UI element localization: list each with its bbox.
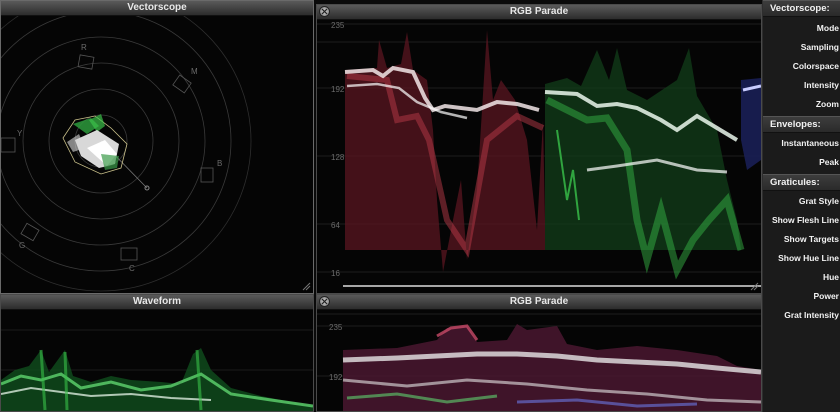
target-label-b: B [217, 159, 222, 168]
resize-grip-icon[interactable] [749, 281, 759, 291]
parade-top-tick-64: 64 [331, 221, 340, 230]
option-peak[interactable]: Peak [819, 157, 839, 167]
vectorscope-graticule [1, 16, 252, 292]
waveform-gridlines [1, 329, 313, 371]
rgb-parade-top-panel: RGB Parade 235 192 128 64 16 [316, 4, 762, 294]
rgb-parade-bottom-display[interactable]: 235 192 [317, 310, 761, 411]
waveform-titlebar[interactable]: Waveform [1, 295, 313, 310]
option-colorspace[interactable]: Colorspace [793, 61, 839, 71]
vectorscope-title: Vectorscope [127, 2, 187, 13]
close-icon[interactable] [319, 296, 330, 307]
vectorscope-titlebar[interactable]: Vectorscope [1, 1, 313, 16]
rgb-parade-top-title: RGB Parade [509, 6, 569, 17]
option-hue[interactable]: Hue [823, 272, 839, 282]
vectorscope-display[interactable]: R M B C G Y [1, 16, 313, 293]
target-label-r: R [81, 43, 87, 52]
target-label-m: M [191, 67, 198, 76]
option-show-hue-line[interactable]: Show Hue Line [778, 253, 839, 263]
option-mode[interactable]: Mode [817, 23, 839, 33]
parade-bottom-trace [342, 324, 761, 411]
rgb-parade-bottom-title: RGB Parade [509, 296, 569, 307]
option-show-targets[interactable]: Show Targets [784, 234, 839, 244]
resize-grip-icon[interactable] [301, 281, 311, 291]
target-label-y: Y [17, 129, 23, 138]
vectorscope-section-header: Vectorscope: [763, 0, 840, 17]
parade-top-tick-128: 128 [331, 153, 345, 162]
parade-green-trace [544, 48, 745, 280]
option-sampling[interactable]: Sampling [801, 42, 839, 52]
waveform-trace [1, 348, 313, 411]
rgb-parade-top-display[interactable]: 235 192 128 64 16 [317, 20, 761, 293]
target-label-g: G [19, 241, 25, 250]
option-power[interactable]: Power [813, 291, 839, 301]
envelopes-section-header: Envelopes: [763, 116, 840, 133]
graticules-section-header: Graticules: [763, 174, 840, 191]
rgb-parade-bottom-titlebar[interactable]: RGB Parade [317, 295, 761, 310]
parade-bottom-tick-192: 192 [329, 373, 343, 382]
waveform-panel: Waveform [0, 294, 314, 412]
rgb-parade-top-titlebar[interactable]: RGB Parade [317, 5, 761, 20]
option-zoom[interactable]: Zoom [816, 99, 839, 109]
vectorscope-panel: Vectorscope R M B C G Y [0, 0, 314, 294]
target-label-c: C [129, 264, 135, 273]
option-instantaneous[interactable]: Instantaneous [781, 138, 839, 148]
parade-top-tick-16: 16 [331, 269, 340, 278]
option-intensity[interactable]: Intensity [804, 80, 839, 90]
option-show-flesh-line[interactable]: Show Flesh Line [772, 215, 839, 225]
rgb-parade-bottom-panel: RGB Parade 235 192 [316, 294, 762, 412]
scope-settings-sidebar: Vectorscope: Mode Sampling Colorspace In… [762, 0, 840, 412]
option-grat-style[interactable]: Grat Style [799, 196, 839, 206]
option-grat-intensity[interactable]: Grat Intensity [784, 310, 839, 320]
waveform-title: Waveform [133, 296, 181, 307]
parade-top-tick-192: 192 [331, 85, 345, 94]
parade-top-tick-235: 235 [331, 21, 345, 30]
parade-bottom-tick-235: 235 [329, 323, 343, 332]
parade-red-trace [344, 30, 545, 272]
waveform-display[interactable] [1, 310, 313, 411]
close-icon[interactable] [319, 6, 330, 17]
